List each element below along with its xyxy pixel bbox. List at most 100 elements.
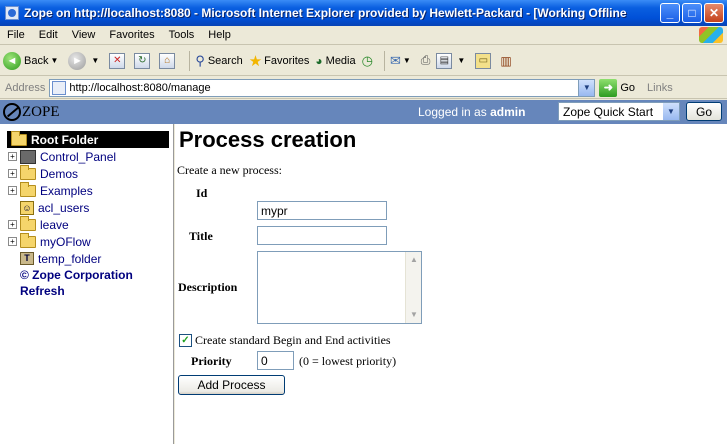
forward-button[interactable]: ► ▼ xyxy=(68,51,103,70)
refresh-button[interactable]: ↻ xyxy=(134,52,153,69)
forward-arrow-icon: ► xyxy=(68,51,87,70)
temp-folder-icon: T xyxy=(20,252,34,265)
expand-icon[interactable]: + xyxy=(8,220,17,229)
tree-item-temp-folder[interactable]: T temp_folder xyxy=(8,250,173,267)
description-textarea[interactable]: ▲ ▼ xyxy=(257,251,422,324)
id-field[interactable]: mypr xyxy=(257,201,387,220)
standard-toolbar: ◄ Back ▼ ► ▼ ✕ ↻ ⌂ ⚲ Search ★ Favorites … xyxy=(0,46,727,76)
search-button[interactable]: ⚲ Search xyxy=(195,53,242,69)
menu-edit[interactable]: Edit xyxy=(32,29,65,41)
id-label: Id xyxy=(196,186,208,200)
quick-start-select[interactable]: Zope Quick Start ▼ xyxy=(558,102,680,121)
history-button[interactable]: ◷ xyxy=(362,53,373,69)
expand-icon[interactable]: + xyxy=(8,169,17,178)
mail-icon: ✉ xyxy=(389,52,401,68)
standard-activities-checkbox[interactable]: ✓ xyxy=(179,334,192,347)
scroll-down-icon[interactable]: ▼ xyxy=(407,308,421,322)
back-label: Back xyxy=(24,54,49,67)
print-button[interactable]: ⎙ xyxy=(421,53,431,68)
folder-icon xyxy=(20,181,36,197)
media-button[interactable]: ◕ Media xyxy=(315,54,355,68)
menu-file[interactable]: File xyxy=(0,29,32,41)
description-label: Description xyxy=(178,280,238,294)
chevron-down-icon[interactable]: ▼ xyxy=(457,56,465,65)
favorites-label: Favorites xyxy=(264,54,310,67)
textarea-scrollbar[interactable]: ▲ ▼ xyxy=(405,252,421,323)
quick-start-go-button[interactable]: Go xyxy=(686,102,722,121)
chevron-down-icon[interactable]: ▼ xyxy=(50,56,58,65)
tree-item-label[interactable]: myOFlow xyxy=(40,235,91,249)
tree-item-demos[interactable]: + Demos xyxy=(8,164,173,182)
logged-in-user: admin xyxy=(490,105,526,119)
chevron-down-icon[interactable]: ▼ xyxy=(663,103,679,120)
tree-root-folder[interactable]: Root Folder xyxy=(7,130,169,148)
star-icon: ★ xyxy=(248,52,263,70)
messenger-icon: ▥ xyxy=(500,53,512,68)
go-button[interactable]: ➜ Go xyxy=(599,78,635,97)
chevron-down-icon[interactable]: ▼ xyxy=(578,79,595,96)
ie-app-icon[interactable] xyxy=(5,6,19,20)
stop-button[interactable]: ✕ xyxy=(109,52,128,69)
home-icon: ⌂ xyxy=(159,52,176,69)
favorites-button[interactable]: ★ Favorites xyxy=(249,52,310,70)
add-process-button[interactable]: Add Process xyxy=(178,375,285,395)
menu-help[interactable]: Help xyxy=(201,29,238,41)
quick-start-value: Zope Quick Start xyxy=(563,104,654,119)
search-label: Search xyxy=(207,54,243,67)
tree-item-label[interactable]: Demos xyxy=(40,167,78,181)
tree-item-examples[interactable]: + Examples xyxy=(8,181,173,199)
folder-icon xyxy=(11,130,27,146)
mail-button[interactable]: ✉ ▼ xyxy=(390,53,415,69)
scroll-up-icon[interactable]: ▲ xyxy=(407,253,421,267)
discuss-icon: ▭ xyxy=(475,52,492,69)
zope-logo-icon xyxy=(3,103,21,121)
links-toolbar[interactable]: Links xyxy=(647,82,673,94)
refresh-tree-link[interactable]: Refresh xyxy=(20,283,173,299)
home-button[interactable]: ⌂ xyxy=(159,52,178,69)
tree-item-control-panel[interactable]: + Control_Panel xyxy=(8,148,173,165)
address-url: http://localhost:8080/manage xyxy=(69,81,211,94)
expand-icon[interactable]: + xyxy=(8,237,17,246)
zope-header: ZOPE Logged in as admin Zope Quick Start… xyxy=(0,100,727,124)
history-icon: ◷ xyxy=(361,52,373,68)
back-button[interactable]: ◄ Back ▼ xyxy=(3,51,62,70)
zope-logo[interactable]: ZOPE xyxy=(3,103,60,121)
control-panel-icon xyxy=(20,149,36,164)
maximize-button[interactable]: □ xyxy=(682,3,702,23)
user-folder-icon: ☺ xyxy=(20,200,34,215)
menu-view[interactable]: View xyxy=(65,29,103,41)
zope-copyright-link[interactable]: © Zope Corporation xyxy=(20,267,173,283)
stop-icon: ✕ xyxy=(109,52,126,69)
discuss-button[interactable]: ▭ xyxy=(475,52,494,69)
tree-item-label[interactable]: temp_folder xyxy=(38,252,101,266)
menu-tools[interactable]: Tools xyxy=(162,29,202,41)
print-icon: ⎙ xyxy=(420,53,431,67)
messenger-button[interactable]: ▥ xyxy=(500,54,511,68)
tree-item-leave[interactable]: + leave xyxy=(8,215,173,233)
minimize-button[interactable]: _ xyxy=(660,3,680,23)
chevron-down-icon[interactable]: ▼ xyxy=(91,56,99,65)
toolbar-separator xyxy=(189,50,191,71)
tree-item-myoflow[interactable]: + myOFlow xyxy=(8,232,173,250)
title-field[interactable] xyxy=(257,226,387,245)
address-label: Address xyxy=(5,81,46,94)
address-input[interactable]: http://localhost:8080/manage ▼ xyxy=(49,78,596,97)
expand-icon[interactable]: + xyxy=(8,152,17,161)
expand-icon[interactable]: + xyxy=(8,186,17,195)
menu-favorites[interactable]: Favorites xyxy=(102,29,161,41)
tree-item-label[interactable]: Control_Panel xyxy=(40,150,116,164)
address-bar: Address http://localhost:8080/manage ▼ ➜… xyxy=(0,77,727,99)
priority-field[interactable]: 0 xyxy=(257,351,294,370)
window-titlebar: Zope on http://localhost:8080 - Microsof… xyxy=(0,0,727,26)
back-arrow-icon: ◄ xyxy=(3,51,21,70)
zope-logo-text: ZOPE xyxy=(22,103,60,120)
tree-item-label[interactable]: acl_users xyxy=(38,201,89,215)
chevron-down-icon[interactable]: ▼ xyxy=(403,56,411,65)
navigation-tree: Root Folder + Control_Panel + Demos + Ex… xyxy=(0,124,174,444)
tree-item-acl-users[interactable]: ☺ acl_users xyxy=(8,199,173,216)
close-button[interactable]: ✕ xyxy=(704,3,724,23)
tree-item-label[interactable]: leave xyxy=(40,218,69,232)
edit-button[interactable]: ▤ ▼ xyxy=(436,52,469,69)
standard-activities-option[interactable]: ✓ Create standard Begin and End activiti… xyxy=(179,333,391,348)
tree-item-label[interactable]: Examples xyxy=(40,184,93,198)
